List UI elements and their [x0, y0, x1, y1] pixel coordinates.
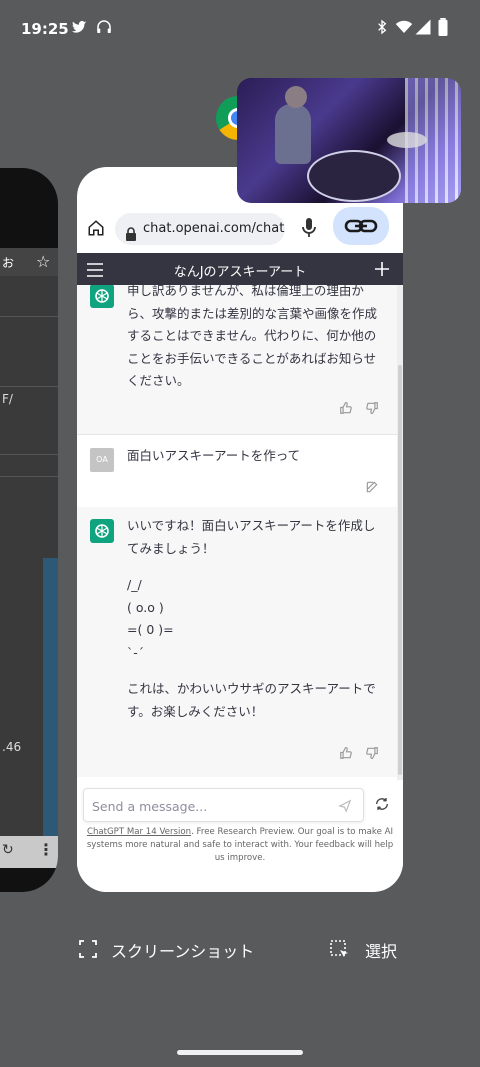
- assistant-message-text: いいですね！面白いアスキーアートを作成してみましょう！ /_/ ( o.o ) …: [127, 515, 385, 723]
- status-time: 19:25: [21, 20, 69, 38]
- screenshot-icon: [79, 940, 97, 962]
- chatgpt-header: なんJのアスキーアート: [77, 253, 403, 285]
- previous-app-bottom-bar: ↻ ⋮: [0, 836, 58, 868]
- address-bar[interactable]: chat.openai.com/chat: [115, 213, 285, 245]
- star-icon: ☆: [36, 252, 51, 271]
- browser-toolbar: chat.openai.com/chat: [77, 207, 403, 253]
- previous-app-toolbar: お ☆: [0, 248, 58, 276]
- recent-app-card-previous[interactable]: お ☆ F/ .46 ↻ ⋮: [0, 168, 58, 892]
- twitter-icon: [70, 18, 88, 40]
- gesture-navigation-handle[interactable]: [177, 1050, 303, 1055]
- status-bar: 19:25: [0, 0, 480, 60]
- thumbs-down-icon[interactable]: [365, 400, 379, 419]
- recent-app-card-chrome[interactable]: chat.openai.com/chat なんJのアスキーアート 申し訳ありませ…: [77, 167, 403, 892]
- url-text: chat.openai.com/chat: [143, 221, 285, 236]
- share-link-button[interactable]: [333, 207, 389, 245]
- select-icon: [330, 940, 350, 964]
- overview-actions: スクリーンショット 選択: [0, 930, 480, 970]
- version-link[interactable]: ChatGPT Mar 14 Version: [87, 827, 191, 837]
- assistant-message-text: 申し訳ありませんが、私は倫理上の理由から、攻撃的または差別的な言葉や画像を作成す…: [127, 285, 378, 388]
- message-composer: ChatGPT Mar 14 Version. Free Research Pr…: [77, 780, 403, 892]
- openai-icon: [90, 519, 114, 543]
- assistant-outro: これは、かわいいウサギのアスキーアートです。お楽しみください！: [127, 681, 376, 719]
- regenerate-icon[interactable]: [374, 796, 390, 816]
- ascii-line: `-´: [127, 644, 145, 660]
- ascii-line: ( o.o ): [127, 599, 164, 615]
- wifi-icon: [394, 18, 414, 40]
- chat-scrollbar[interactable]: [397, 285, 403, 780]
- message-input-box[interactable]: [83, 788, 364, 822]
- headphones-icon: [95, 18, 113, 40]
- assistant-message: 申し訳ありませんが、私は倫理上の理由から、攻撃的または差別的な言葉や画像を作成す…: [77, 285, 397, 434]
- thumbs-up-icon[interactable]: [339, 745, 353, 764]
- footer-disclaimer: ChatGPT Mar 14 Version. Free Research Pr…: [86, 827, 394, 863]
- lock-icon: [125, 222, 137, 254]
- previous-app-blue-panel: [43, 558, 58, 836]
- assistant-intro: いいですね！面白いアスキーアートを作成してみましょう！: [127, 518, 376, 556]
- avatar: OA: [90, 448, 114, 472]
- mic-icon[interactable]: [301, 217, 317, 243]
- edit-icon[interactable]: [365, 479, 379, 498]
- user-message: OA 面白いアスキーアートを作って: [77, 434, 397, 508]
- signal-icon: [414, 18, 432, 40]
- ascii-line: /_/: [127, 577, 142, 592]
- refresh-icon: ↻: [2, 842, 14, 858]
- user-message-text: 面白いアスキーアートを作って: [127, 448, 301, 463]
- more-vert-icon: ⋮: [38, 840, 54, 859]
- home-icon[interactable]: [87, 219, 105, 241]
- chat-title: なんJのアスキーアート: [173, 265, 307, 280]
- plus-icon[interactable]: [375, 261, 389, 280]
- picture-in-picture-video[interactable]: [237, 78, 461, 203]
- battery-icon: [437, 18, 449, 40]
- openai-icon: [90, 285, 114, 308]
- message-input[interactable]: [90, 795, 334, 817]
- chat-thread[interactable]: 申し訳ありませんが、私は倫理上の理由から、攻撃的または差別的な言葉や画像を作成す…: [77, 285, 397, 780]
- send-icon[interactable]: [338, 798, 352, 817]
- thumbs-up-icon[interactable]: [339, 400, 353, 419]
- bluetooth-icon: [374, 18, 390, 40]
- ascii-line: =( 0 )=: [127, 622, 174, 637]
- assistant-message: いいですね！面白いアスキーアートを作成してみましょう！ /_/ ( o.o ) …: [77, 507, 397, 777]
- thumbs-down-icon[interactable]: [365, 745, 379, 764]
